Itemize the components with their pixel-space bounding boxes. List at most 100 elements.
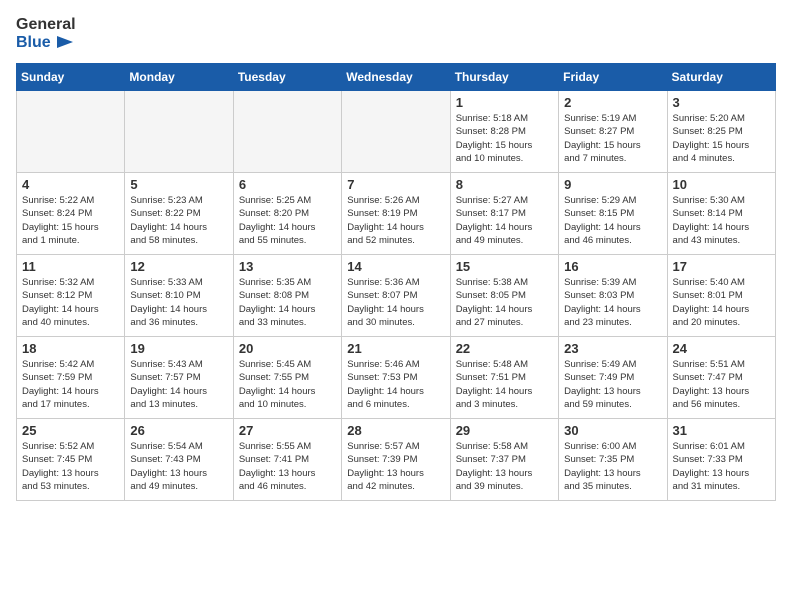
- calendar-cell: [233, 91, 341, 173]
- weekday-header-friday: Friday: [559, 64, 667, 91]
- day-number: 25: [22, 423, 119, 438]
- day-info: Sunrise: 5:18 AMSunset: 8:28 PMDaylight:…: [456, 112, 553, 165]
- logo-general: General: [16, 16, 76, 34]
- day-info: Sunrise: 5:55 AMSunset: 7:41 PMDaylight:…: [239, 440, 336, 493]
- weekday-header-tuesday: Tuesday: [233, 64, 341, 91]
- day-number: 17: [673, 259, 770, 274]
- day-info: Sunrise: 6:01 AMSunset: 7:33 PMDaylight:…: [673, 440, 770, 493]
- day-info: Sunrise: 5:49 AMSunset: 7:49 PMDaylight:…: [564, 358, 661, 411]
- calendar-cell: 11Sunrise: 5:32 AMSunset: 8:12 PMDayligh…: [17, 255, 125, 337]
- calendar-cell: 21 Sunrise: 5:46 AMSunset: 7:53 PMDayligh…: [342, 337, 450, 419]
- logo-arrow-icon: [57, 36, 73, 48]
- day-number: 10: [673, 177, 770, 192]
- calendar-week-row: 25 Sunrise: 5:52 AMSunset: 7:45 PMDayligh…: [17, 419, 776, 501]
- calendar-week-row: 4 Sunrise: 5:22 AMSunset: 8:24 PMDaylight…: [17, 173, 776, 255]
- day-info: Sunrise: 5:46 AMSunset: 7:53 PMDaylight:…: [347, 358, 444, 411]
- day-number: 7: [347, 177, 444, 192]
- day-number: 19: [130, 341, 227, 356]
- day-number: 29: [456, 423, 553, 438]
- calendar-cell: 29Sunrise: 5:58 AMSunset: 7:37 PMDayligh…: [450, 419, 558, 501]
- calendar-cell: 2Sunrise: 5:19 AMSunset: 8:27 PMDaylight…: [559, 91, 667, 173]
- day-number: 24: [673, 341, 770, 356]
- day-number: 12: [130, 259, 227, 274]
- weekday-header-sunday: Sunday: [17, 64, 125, 91]
- day-number: 3: [673, 95, 770, 110]
- day-number: 18: [22, 341, 119, 356]
- calendar-cell: 5Sunrise: 5:23 AMSunset: 8:22 PMDaylight…: [125, 173, 233, 255]
- calendar-cell: 24 Sunrise: 5:51 AMSunset: 7:47 PMDayligh…: [667, 337, 775, 419]
- calendar-cell: 31 Sunrise: 6:01 AMSunset: 7:33 PMDayligh…: [667, 419, 775, 501]
- weekday-header-thursday: Thursday: [450, 64, 558, 91]
- day-number: 20: [239, 341, 336, 356]
- calendar-cell: [125, 91, 233, 173]
- calendar-cell: 30 Sunrise: 6:00 AMSunset: 7:35 PMDayligh…: [559, 419, 667, 501]
- page-header: General Blue: [16, 16, 776, 51]
- day-info: Sunrise: 5:22 AMSunset: 8:24 PMDaylight:…: [22, 194, 119, 247]
- day-info: Sunrise: 5:35 AMSunset: 8:08 PMDaylight:…: [239, 276, 336, 329]
- day-number: 23: [564, 341, 661, 356]
- calendar-week-row: 11Sunrise: 5:32 AMSunset: 8:12 PMDayligh…: [17, 255, 776, 337]
- calendar-cell: 15Sunrise: 5:38 AMSunset: 8:05 PMDayligh…: [450, 255, 558, 337]
- calendar-cell: 14 Sunrise: 5:36 AMSunset: 8:07 PMDayligh…: [342, 255, 450, 337]
- day-number: 28: [347, 423, 444, 438]
- day-number: 6: [239, 177, 336, 192]
- calendar-cell: 8 Sunrise: 5:27 AMSunset: 8:17 PMDaylight…: [450, 173, 558, 255]
- calendar-cell: 3 Sunrise: 5:20 AMSunset: 8:25 PMDaylight…: [667, 91, 775, 173]
- day-number: 8: [456, 177, 553, 192]
- day-info: Sunrise: 5:19 AMSunset: 8:27 PMDaylight:…: [564, 112, 661, 165]
- calendar-cell: [342, 91, 450, 173]
- day-info: Sunrise: 5:51 AMSunset: 7:47 PMDaylight:…: [673, 358, 770, 411]
- day-info: Sunrise: 5:36 AMSunset: 8:07 PMDaylight:…: [347, 276, 444, 329]
- day-info: Sunrise: 5:25 AMSunset: 8:20 PMDaylight:…: [239, 194, 336, 247]
- day-number: 5: [130, 177, 227, 192]
- day-info: Sunrise: 5:27 AMSunset: 8:17 PMDaylight:…: [456, 194, 553, 247]
- logo-blue: Blue: [16, 34, 76, 52]
- day-info: Sunrise: 5:20 AMSunset: 8:25 PMDaylight:…: [673, 112, 770, 165]
- calendar-cell: 18 Sunrise: 5:42 AMSunset: 7:59 PMDayligh…: [17, 337, 125, 419]
- day-number: 27: [239, 423, 336, 438]
- day-number: 26: [130, 423, 227, 438]
- calendar-cell: [17, 91, 125, 173]
- calendar-cell: 16 Sunrise: 5:39 AMSunset: 8:03 PMDayligh…: [559, 255, 667, 337]
- calendar-cell: 10 Sunrise: 5:30 AMSunset: 8:14 PMDayligh…: [667, 173, 775, 255]
- day-number: 21: [347, 341, 444, 356]
- day-number: 4: [22, 177, 119, 192]
- calendar-week-row: 18 Sunrise: 5:42 AMSunset: 7:59 PMDayligh…: [17, 337, 776, 419]
- calendar-cell: 23 Sunrise: 5:49 AMSunset: 7:49 PMDayligh…: [559, 337, 667, 419]
- weekday-header-row: SundayMondayTuesdayWednesdayThursdayFrid…: [17, 64, 776, 91]
- calendar-table: SundayMondayTuesdayWednesdayThursdayFrid…: [16, 63, 776, 501]
- day-info: Sunrise: 5:52 AMSunset: 7:45 PMDaylight:…: [22, 440, 119, 493]
- day-number: 14: [347, 259, 444, 274]
- day-info: Sunrise: 5:48 AMSunset: 7:51 PMDaylight:…: [456, 358, 553, 411]
- day-info: Sunrise: 5:57 AMSunset: 7:39 PMDaylight:…: [347, 440, 444, 493]
- calendar-cell: 4 Sunrise: 5:22 AMSunset: 8:24 PMDaylight…: [17, 173, 125, 255]
- day-info: Sunrise: 5:30 AMSunset: 8:14 PMDaylight:…: [673, 194, 770, 247]
- calendar-cell: 26 Sunrise: 5:54 AMSunset: 7:43 PMDayligh…: [125, 419, 233, 501]
- day-info: Sunrise: 5:29 AMSunset: 8:15 PMDaylight:…: [564, 194, 661, 247]
- calendar-cell: 19 Sunrise: 5:43 AMSunset: 7:57 PMDayligh…: [125, 337, 233, 419]
- day-number: 9: [564, 177, 661, 192]
- day-info: Sunrise: 5:42 AMSunset: 7:59 PMDaylight:…: [22, 358, 119, 411]
- day-number: 31: [673, 423, 770, 438]
- weekday-header-monday: Monday: [125, 64, 233, 91]
- day-info: Sunrise: 5:32 AMSunset: 8:12 PMDaylight:…: [22, 276, 119, 329]
- calendar-cell: 27 Sunrise: 5:55 AMSunset: 7:41 PMDayligh…: [233, 419, 341, 501]
- calendar-cell: 7 Sunrise: 5:26 AMSunset: 8:19 PMDaylight…: [342, 173, 450, 255]
- calendar-cell: 1Sunrise: 5:18 AMSunset: 8:28 PMDaylight…: [450, 91, 558, 173]
- day-info: Sunrise: 5:26 AMSunset: 8:19 PMDaylight:…: [347, 194, 444, 247]
- calendar-cell: 17Sunrise: 5:40 AMSunset: 8:01 PMDayligh…: [667, 255, 775, 337]
- weekday-header-saturday: Saturday: [667, 64, 775, 91]
- day-info: Sunrise: 5:33 AMSunset: 8:10 PMDaylight:…: [130, 276, 227, 329]
- day-info: Sunrise: 5:54 AMSunset: 7:43 PMDaylight:…: [130, 440, 227, 493]
- day-info: Sunrise: 5:39 AMSunset: 8:03 PMDaylight:…: [564, 276, 661, 329]
- day-info: Sunrise: 5:45 AMSunset: 7:55 PMDaylight:…: [239, 358, 336, 411]
- day-number: 13: [239, 259, 336, 274]
- calendar-cell: 22Sunrise: 5:48 AMSunset: 7:51 PMDayligh…: [450, 337, 558, 419]
- day-number: 16: [564, 259, 661, 274]
- logo: General Blue: [16, 16, 76, 51]
- day-number: 30: [564, 423, 661, 438]
- calendar-cell: 6 Sunrise: 5:25 AMSunset: 8:20 PMDaylight…: [233, 173, 341, 255]
- day-info: Sunrise: 6:00 AMSunset: 7:35 PMDaylight:…: [564, 440, 661, 493]
- day-info: Sunrise: 5:43 AMSunset: 7:57 PMDaylight:…: [130, 358, 227, 411]
- calendar-cell: 9 Sunrise: 5:29 AMSunset: 8:15 PMDaylight…: [559, 173, 667, 255]
